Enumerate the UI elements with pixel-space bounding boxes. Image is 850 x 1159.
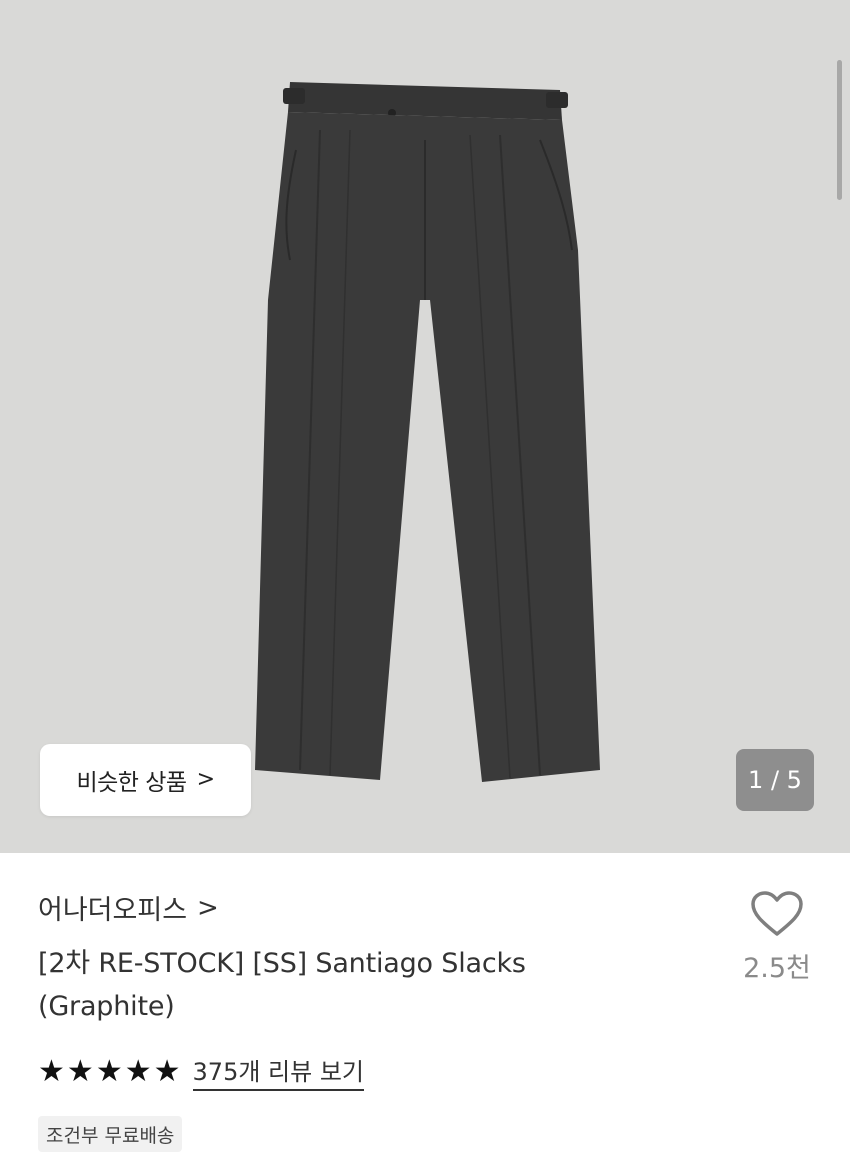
rating-row: ★ ★ ★ ★ ★ 375개 리뷰 보기 — [38, 1052, 364, 1091]
brand-link[interactable]: 어나더오피스 > — [38, 888, 219, 927]
shipping-badge: 조건부 무료배송 — [38, 1116, 183, 1152]
chevron-right-icon: > — [196, 767, 215, 792]
chevron-right-icon: > — [197, 892, 219, 923]
product-title: [2차 RE-STOCK] [SS] Santiago Slacks (Grap… — [38, 942, 638, 1028]
star-filled-icon: ★ — [153, 1053, 181, 1089]
star-filled-icon: ★ — [95, 1053, 123, 1089]
similar-products-button[interactable]: 비슷한 상품 > — [40, 744, 251, 816]
star-rating: ★ ★ ★ ★ ★ — [38, 1053, 181, 1089]
like-count: 2.5천 — [743, 953, 811, 984]
reviews-link[interactable]: 375개 리뷰 보기 — [192, 1052, 364, 1091]
product-title-line1: [2차 RE-STOCK] [SS] Santiago Slacks — [38, 948, 526, 979]
heart-outline-icon — [751, 891, 803, 936]
page-scrollbar[interactable] — [837, 60, 842, 200]
image-counter-badge: 1 / 5 — [736, 749, 814, 811]
star-filled-icon: ★ — [66, 1053, 94, 1089]
product-photo-slacks — [255, 82, 600, 782]
product-image-gallery[interactable]: 비슷한 상품 > 1 / 5 — [0, 0, 850, 853]
brand-name: 어나더오피스 — [38, 895, 188, 926]
star-filled-icon: ★ — [38, 1053, 65, 1089]
like-button[interactable]: 2.5천 — [732, 890, 822, 985]
similar-products-label: 비슷한 상품 — [76, 770, 187, 796]
product-title-line2: (Graphite) — [38, 991, 175, 1022]
star-filled-icon: ★ — [124, 1053, 152, 1089]
